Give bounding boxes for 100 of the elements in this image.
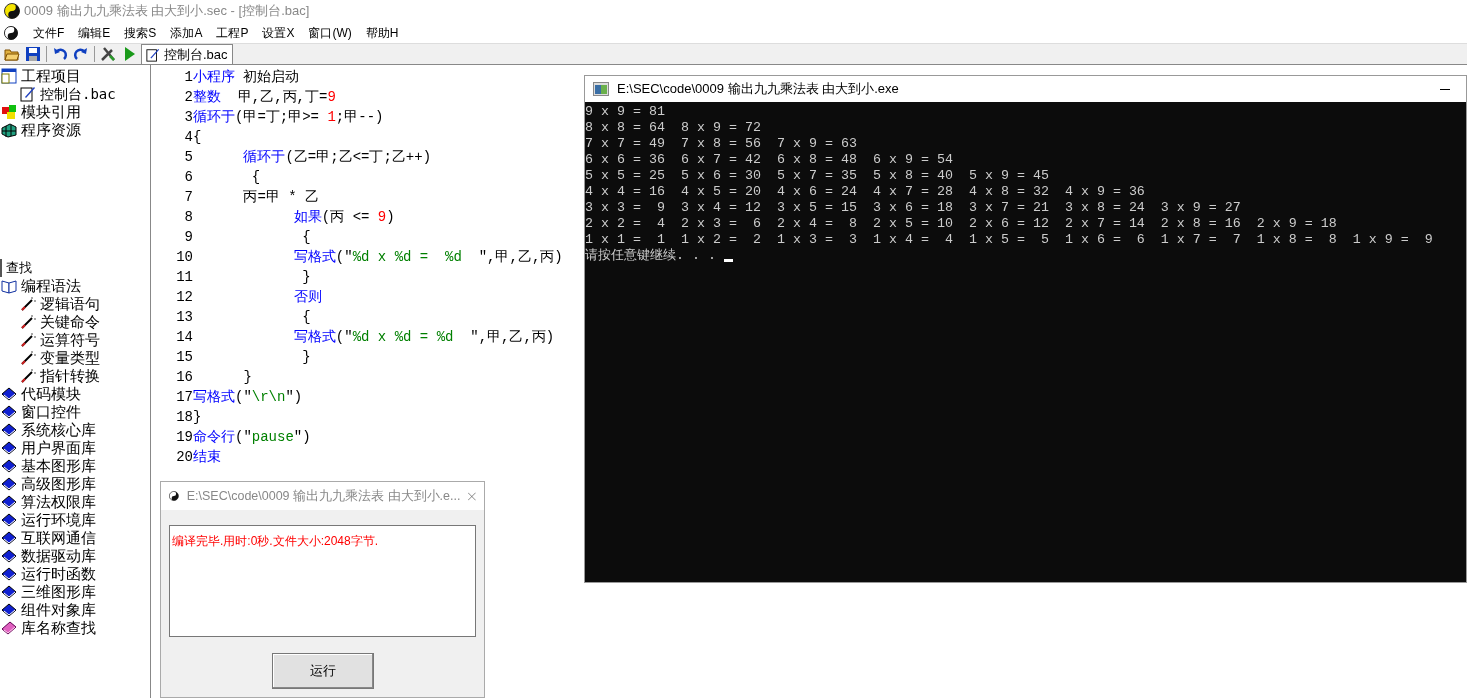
console-prompt: 请按任意键继续. . . xyxy=(585,248,717,264)
menu-item[interactable]: 编辑E xyxy=(71,23,118,42)
console-line: 9 x 9 = 81 xyxy=(585,104,666,120)
console-line: 8 x 8 = 64 8 x 9 = 72 xyxy=(585,120,762,136)
book-icon xyxy=(1,602,17,618)
book-icon xyxy=(1,584,17,600)
tree-item[interactable]: 用户界面库 xyxy=(21,439,96,457)
book-icon xyxy=(1,512,17,528)
line-number: 14 xyxy=(175,328,193,347)
book-icon xyxy=(1,440,17,456)
tree-item[interactable]: 控制台.bac xyxy=(40,85,116,103)
menu-item[interactable]: 文件F xyxy=(26,23,72,42)
tree-item[interactable]: 算法权限库 xyxy=(21,493,96,511)
menu-item[interactable]: 帮助H xyxy=(358,23,406,42)
tools-icon[interactable] xyxy=(100,46,116,62)
tree-item[interactable]: 组件对象库 xyxy=(21,601,96,619)
code-line: 丙=甲 * 乙 xyxy=(242,188,319,207)
book-icon xyxy=(1,404,17,420)
tree-item[interactable]: 系统核心库 xyxy=(21,421,96,439)
code-line: { xyxy=(193,128,202,147)
code-line: 结束 xyxy=(193,448,221,467)
code-line: { xyxy=(301,228,311,247)
line-number: 4 xyxy=(183,128,193,147)
code-line: } xyxy=(193,408,202,427)
console-line: 5 x 5 = 25 5 x 6 = 30 5 x 7 = 35 5 x 8 = 40 5 x 9 = 45 xyxy=(585,168,1050,184)
run-button[interactable]: 运行 xyxy=(271,653,374,689)
console-line: 4 x 4 = 16 4 x 5 = 20 4 x 6 = 24 4 x 7 = 28 4 x 8 = 32 4 x 9 = 36 xyxy=(585,184,1146,200)
tree-item[interactable]: 运算符号 xyxy=(40,331,100,349)
line-number: 6 xyxy=(183,168,193,187)
book-icon xyxy=(1,548,17,564)
line-number: 18 xyxy=(175,408,193,427)
line-number: 20 xyxy=(175,448,193,467)
book-icon xyxy=(1,566,17,582)
grid-cube-icon xyxy=(1,122,17,138)
file-tab[interactable]: 控制台.bac xyxy=(141,44,233,64)
line-number: 12 xyxy=(175,288,193,307)
tree-item[interactable]: 互联网通信 xyxy=(21,529,96,547)
tree-item[interactable]: 基本图形库 xyxy=(21,457,96,475)
line-number: 10 xyxy=(175,248,193,267)
line-number: 1 xyxy=(183,68,193,87)
minimize-icon[interactable] xyxy=(1440,88,1450,90)
console-title: E:\SEC\code\0009 输出九九乘法表 由大到小.exe xyxy=(617,80,900,99)
code-line: 整数 甲,乙,丙,丁=9 xyxy=(193,88,336,107)
console-line: 2 x 2 = 4 2 x 3 = 6 2 x 4 = 8 2 x 5 = 10 2 x 6 = 12 2 x 7 = 14 2 x 8 = 16 2 x 9 = 18 xyxy=(585,216,1338,232)
line-number: 13 xyxy=(175,308,193,327)
open-folder-icon[interactable] xyxy=(4,46,20,62)
line-number: 19 xyxy=(175,428,193,447)
tree-item[interactable]: 运行时函数 xyxy=(21,565,96,583)
tree-item[interactable]: 变量类型 xyxy=(40,349,100,367)
tree-item[interactable]: 指针转换 xyxy=(40,367,100,385)
tree-item[interactable]: 窗口控件 xyxy=(21,403,81,421)
menu-item[interactable]: 搜索S xyxy=(117,23,164,42)
code-line: 写格式("%d x %d = %d ",甲,乙,丙) xyxy=(292,328,555,347)
redo-icon[interactable] xyxy=(73,46,89,62)
line-number: 5 xyxy=(183,148,193,167)
magic-wand-icon xyxy=(20,350,36,366)
book-icon xyxy=(1,620,17,636)
tree-item[interactable]: 运行环境库 xyxy=(21,511,96,529)
tree-item[interactable]: 关键命令 xyxy=(40,313,100,331)
tree-item[interactable]: 工程项目 xyxy=(21,67,81,85)
line-number: 9 xyxy=(183,228,193,247)
tree-item[interactable]: 程序资源 xyxy=(21,121,81,139)
tree-item[interactable]: 数据驱动库 xyxy=(21,547,96,565)
code-line: 否则 xyxy=(292,288,322,307)
code-line: } xyxy=(301,348,311,367)
yin-yang-icon xyxy=(4,3,20,19)
console-app-icon xyxy=(593,82,609,96)
book-icon xyxy=(1,476,17,492)
code-line: 循环于(乙=甲;乙<=丁;乙++) xyxy=(242,148,432,167)
compile-message: 编译完毕.用时:0秒.文件大小:2048字节. xyxy=(172,534,379,548)
code-line: { xyxy=(301,308,311,327)
undo-icon[interactable] xyxy=(52,46,68,62)
tree-item[interactable]: 代码模块 xyxy=(21,385,81,403)
line-number: 17 xyxy=(175,388,193,407)
book-icon xyxy=(1,458,17,474)
console-line: 6 x 6 = 36 6 x 7 = 42 6 x 8 = 48 6 x 9 = 54 xyxy=(585,152,954,168)
open-book-icon xyxy=(1,278,17,294)
book-icon xyxy=(1,386,17,402)
code-line: 小程序 初始启动 xyxy=(193,68,300,87)
magic-wand-icon xyxy=(20,332,36,348)
tree-item[interactable]: 逻辑语句 xyxy=(40,295,100,313)
tree-item[interactable]: 编程语法 xyxy=(21,277,81,295)
menu-item[interactable]: 添加A xyxy=(163,23,210,42)
console-line: 1 x 1 = 1 1 x 2 = 2 1 x 3 = 3 1 x 4 = 4 1 x 5 = 5 1 x 6 = 6 1 x 7 = 7 1 x 8 = 8 1 x 9 = 9 xyxy=(585,232,1434,248)
book-icon xyxy=(1,494,17,510)
yin-yang-icon[interactable] xyxy=(4,25,18,40)
code-line: 写格式("\r\n") xyxy=(193,388,303,407)
dialog-title: E:\SEC\code\0009 输出九九乘法表 由大到小.e... xyxy=(186,487,461,505)
code-line: 命令行("pause") xyxy=(193,428,311,447)
tree-item[interactable]: 模块引用 xyxy=(21,103,81,121)
window-icon xyxy=(1,68,17,84)
menu-item[interactable]: 窗口(W) xyxy=(301,23,359,42)
tree-item[interactable]: 三维图形库 xyxy=(21,583,96,601)
tree-item[interactable]: 库名称查找 xyxy=(21,619,96,637)
tree-item[interactable]: 高级图形库 xyxy=(21,475,96,493)
search-label: 查找 xyxy=(0,259,150,277)
menu-item[interactable]: 设置X xyxy=(255,23,302,42)
menu-item[interactable]: 工程P xyxy=(209,23,256,42)
yin-yang-icon xyxy=(169,489,179,503)
line-number: 7 xyxy=(183,188,193,207)
